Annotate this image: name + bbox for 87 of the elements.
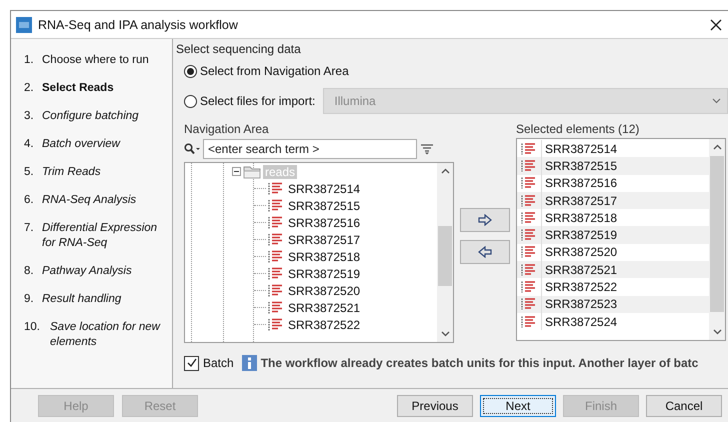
reads-icon [268, 232, 284, 246]
step-label: Trim Reads [42, 165, 101, 180]
step-label: Save location for new elements [50, 320, 162, 350]
step-label: Differential Expression for RNA-Seq [42, 221, 158, 251]
step-number: 10. [24, 320, 41, 335]
panel-title: Navigation Area [184, 122, 270, 138]
step-number: 4. [24, 137, 35, 152]
radio-option[interactable]: Select from Navigation Area [184, 64, 349, 78]
scrollbar[interactable] [437, 163, 453, 342]
section-title: Select sequencing data [176, 42, 302, 56]
search-field[interactable]: <enter search term > [203, 139, 417, 159]
tree-item[interactable]: SRR3872520 [286, 284, 362, 298]
radio-option[interactable]: Select files for import: [184, 94, 316, 108]
add-button[interactable] [460, 208, 510, 232]
step-number: 8. [24, 264, 35, 279]
scroll-down-icon[interactable] [712, 329, 722, 335]
step-number: 2. [24, 81, 35, 96]
close-icon[interactable] [710, 18, 722, 30]
step-number: 7. [24, 221, 35, 236]
reads-icon [268, 266, 284, 280]
tree-item[interactable]: SRR3872514 [286, 182, 362, 196]
dialog-button[interactable]: Previous [397, 394, 473, 416]
batch-checkbox[interactable] [184, 356, 199, 370]
scrollbar[interactable] [709, 139, 725, 340]
panel-title: Selected elements (12) [516, 122, 640, 138]
list-item[interactable]: SRR3872522 [542, 280, 618, 294]
radio-button[interactable] [184, 94, 197, 108]
reads-icon [521, 194, 537, 207]
reads-icon [268, 250, 284, 264]
tree-item[interactable]: SRR3872517 [286, 232, 362, 246]
step-label: Pathway Analysis [42, 264, 132, 279]
step-label: RNA-Seq Analysis [42, 193, 136, 208]
window-title: RNA-Seq and IPA analysis workflow [38, 18, 239, 32]
scroll-down-icon[interactable] [440, 331, 450, 337]
app-icon [16, 16, 32, 32]
list-item[interactable]: SRR3872518 [542, 210, 618, 225]
dialog-button[interactable]: Next [480, 394, 556, 416]
arrow-right-icon [478, 214, 492, 226]
tree-item[interactable]: SRR3872515 [286, 198, 362, 212]
step-label: Result handling [42, 292, 122, 307]
list-item[interactable]: SRR3872520 [542, 245, 618, 260]
step-number: 5. [24, 165, 35, 180]
reads-icon [521, 160, 537, 172]
list-item[interactable]: SRR3872514 [542, 142, 618, 156]
filter-icon[interactable] [420, 143, 434, 155]
tree-item[interactable]: SRR3872516 [286, 216, 362, 230]
dialog-button[interactable]: Cancel [646, 394, 722, 416]
tree-item[interactable]: SRR3872521 [286, 300, 362, 314]
step-label: Configure batching [42, 109, 139, 124]
info-icon [242, 355, 257, 371]
scroll-up-icon[interactable] [440, 168, 450, 174]
reads-icon [268, 198, 284, 212]
step-number: 9. [24, 292, 35, 307]
step-number: 3. [24, 109, 35, 124]
reads-icon [521, 229, 537, 242]
reads-icon [268, 216, 284, 230]
reads-icon [268, 284, 284, 298]
search-icon[interactable] [184, 143, 200, 155]
reads-icon [268, 318, 284, 332]
remove-button[interactable] [460, 240, 510, 264]
reads-icon [268, 182, 284, 196]
step-label: Select Reads [42, 81, 114, 96]
caret-icon [712, 98, 721, 104]
reads-icon [521, 246, 537, 258]
reads-icon [268, 300, 284, 314]
collapse-icon[interactable] [232, 167, 241, 176]
step-number: 1. [24, 53, 35, 68]
radio-button[interactable] [184, 64, 197, 78]
reads-icon [521, 298, 537, 310]
list-item[interactable]: SRR3872516 [542, 176, 618, 190]
batch-message: The workflow already creates batch units for this input. Another layer of batc [260, 356, 698, 370]
reads-icon [521, 281, 537, 294]
tree-item[interactable]: SRR3872518 [286, 250, 362, 264]
scroll-up-icon[interactable] [712, 144, 722, 150]
step-label: Batch overview [42, 137, 120, 152]
reads-icon [521, 316, 537, 328]
step-label: Choose where to run [42, 53, 149, 68]
reads-icon [521, 264, 537, 276]
tree-item[interactable]: SRR3872522 [286, 318, 362, 332]
reads-icon [521, 177, 537, 190]
checkbox-label[interactable]: Batch [203, 356, 234, 370]
step-number: 6. [24, 193, 35, 208]
arrow-left-icon [478, 246, 492, 258]
reads-icon [521, 142, 537, 155]
reads-icon [521, 212, 537, 224]
list-item[interactable]: SRR3872524 [542, 314, 618, 329]
tree-item[interactable]: SRR3872519 [286, 266, 362, 280]
